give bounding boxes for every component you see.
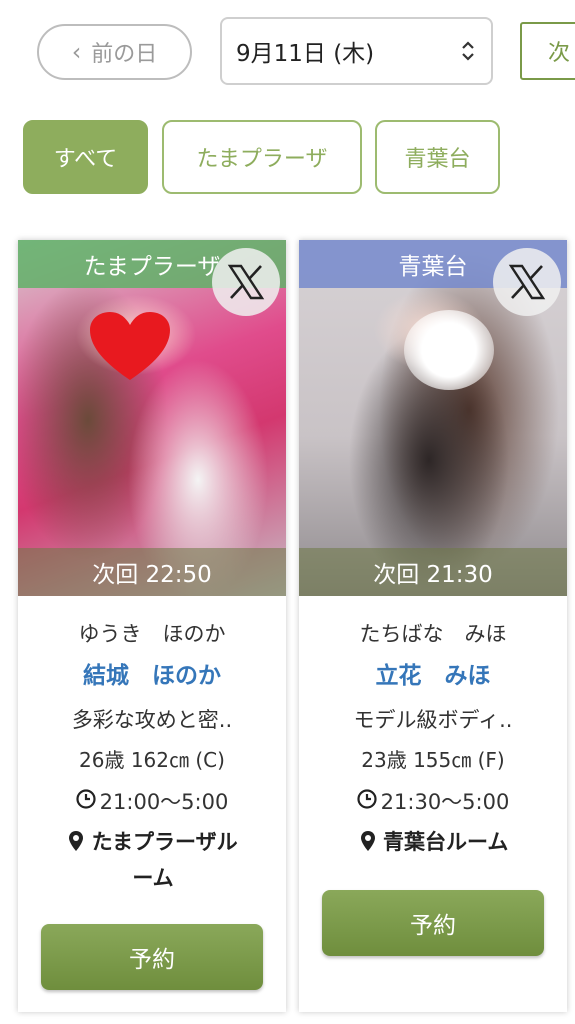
next-time: 次回 21:30 [373,562,493,588]
filter-aobadai[interactable]: 青葉台 [375,120,500,194]
name-kanji[interactable]: 立花 みほ [299,656,567,690]
prev-day-button[interactable]: ‹ 前の日 [37,24,192,80]
profile-spec: 26歳 162㎝ (C) [79,748,225,772]
area-label: たまプラーザ [83,254,221,280]
reserve-button[interactable]: 予約 [41,924,263,990]
name-kanji[interactable]: 結城 ほのか [18,656,286,690]
next-day-button[interactable]: 次 [520,22,575,80]
work-time: 21:00〜5:00 [18,786,286,816]
date-select[interactable]: 9月11日 (木) [220,17,493,85]
chevron-left-icon: ‹ [71,38,82,66]
room: たまプラーザル ーム [38,824,268,896]
x-logo-icon[interactable] [212,248,280,316]
reserve-label: 予約 [129,947,175,973]
therapist-photo[interactable]: たまプラーザ 次回 22:50 [18,240,286,596]
reserve-button[interactable]: 予約 [322,890,544,956]
heart-sticker [90,312,170,382]
clock-icon [357,788,377,814]
next-time-band: 次回 21:30 [299,548,567,596]
profile-spec: 23歳 155㎝ (F) [361,748,505,772]
filter-tamaplaza[interactable]: たまプラーザ [162,120,362,194]
location-pin-icon [68,830,84,854]
room-name-line1: たまプラーザル [91,830,238,854]
location-pin-icon [360,830,376,854]
room-name: 青葉台ルーム [382,830,509,854]
face-blur [404,310,494,390]
therapist-card[interactable]: たまプラーザ 次回 22:50 ゆうき ほのか 結城 ほのか 多彩な攻めと密..… [18,240,286,1012]
therapist-card[interactable]: 青葉台 次回 21:30 たちばな みほ 立花 みほ モデル級ボディ.. 23歳… [299,240,567,1012]
work-time: 21:30〜5:00 [299,786,567,816]
filter-all[interactable]: すべて [23,120,148,194]
next-day-label: 次 [548,41,571,66]
date-select-value: 9月11日 (木) [236,41,375,67]
clock-icon [76,788,96,814]
reserve-label: 予約 [410,913,456,939]
work-time-text: 21:00〜5:00 [99,790,229,814]
area-label: 青葉台 [398,254,468,280]
work-time-text: 21:30〜5:00 [380,790,510,814]
catchphrase: モデル級ボディ.. [353,708,513,732]
next-time-band: 次回 22:50 [18,548,286,596]
x-logo-icon[interactable] [493,248,561,316]
name-kana: たちばな みほ [359,622,507,646]
filter-all-label: すべて [53,147,118,172]
prev-day-label: 前の日 [91,42,158,67]
room: 青葉台ルーム [319,824,549,860]
updown-arrow-icon [461,40,475,62]
next-time: 次回 22:50 [92,562,212,588]
name-kana: ゆうき ほのか [78,622,226,646]
therapist-photo[interactable]: 青葉台 次回 21:30 [299,240,567,596]
filter-tamaplaza-label: たまプラーザ [196,147,328,172]
catchphrase: 多彩な攻めと密.. [71,708,233,732]
room-name-line2: ーム [132,866,174,890]
filter-aobadai-label: 青葉台 [404,147,471,172]
